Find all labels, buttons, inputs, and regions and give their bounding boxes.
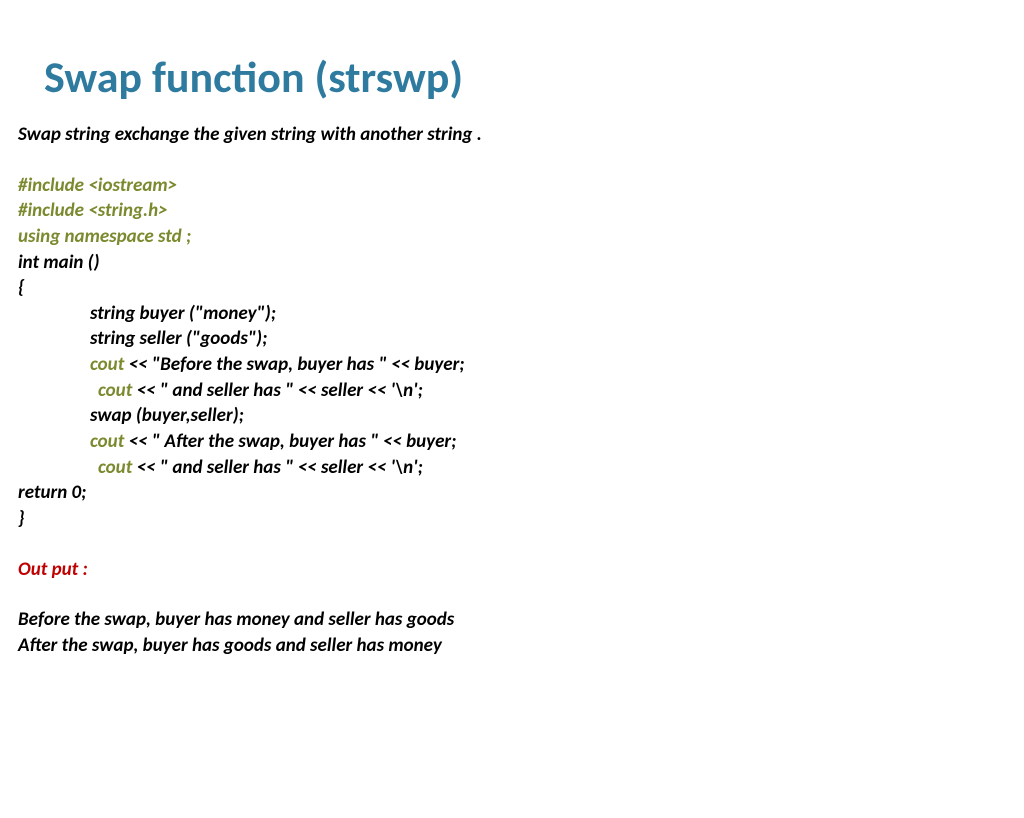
code-brace-open: { <box>18 275 1024 301</box>
code-frag: << "Before the swap, buyer has " << buye… <box>124 353 464 376</box>
code-cout-after1: cout << " After the swap, buyer has " <<… <box>18 429 1024 455</box>
output-label: Out put : <box>18 557 1024 583</box>
cout-keyword: cout <box>98 456 132 479</box>
code-return: return 0; <box>18 480 1024 506</box>
slide: Swap function (strswp) Swap string excha… <box>0 50 1024 659</box>
output-line2: After the swap, buyer has goods and sell… <box>18 633 1024 659</box>
slide-title: Swap function (strswp) <box>44 50 1024 104</box>
code-cout-before1: cout << "Before the swap, buyer has " <<… <box>18 352 1024 378</box>
slide-body: Swap string exchange the given string wi… <box>18 122 1024 659</box>
code-frag: << " After the swap, buyer has " << buye… <box>124 430 456 453</box>
cout-keyword: cout <box>90 430 124 453</box>
code-namespace: using namespace std ; <box>18 224 1024 250</box>
code-brace-close: } <box>18 506 1024 532</box>
blank-line <box>18 532 1024 557</box>
output-line1: Before the swap, buyer has money and sel… <box>18 607 1024 633</box>
code-cout-before2: cout << " and seller has " << seller << … <box>18 378 1024 404</box>
code-cout-after2: cout << " and seller has " << seller << … <box>18 455 1024 481</box>
blank-line <box>18 148 1024 173</box>
code-include2: #include <string.h> <box>18 198 1024 224</box>
blank-line <box>18 582 1024 607</box>
cout-keyword: cout <box>98 379 132 402</box>
code-frag: << " and seller has " << seller << '\n'; <box>132 379 423 402</box>
code-frag: << " and seller has " << seller << '\n'; <box>132 456 423 479</box>
code-swap-call: swap (buyer,seller); <box>18 403 1024 429</box>
code-buyer-decl: string buyer ("money"); <box>18 301 1024 327</box>
cout-keyword: cout <box>90 353 124 376</box>
description-line: Swap string exchange the given string wi… <box>18 122 1024 148</box>
code-seller-decl: string seller ("goods"); <box>18 326 1024 352</box>
code-main-sig: int main () <box>18 250 1024 276</box>
code-include1: #include <iostream> <box>18 173 1024 199</box>
